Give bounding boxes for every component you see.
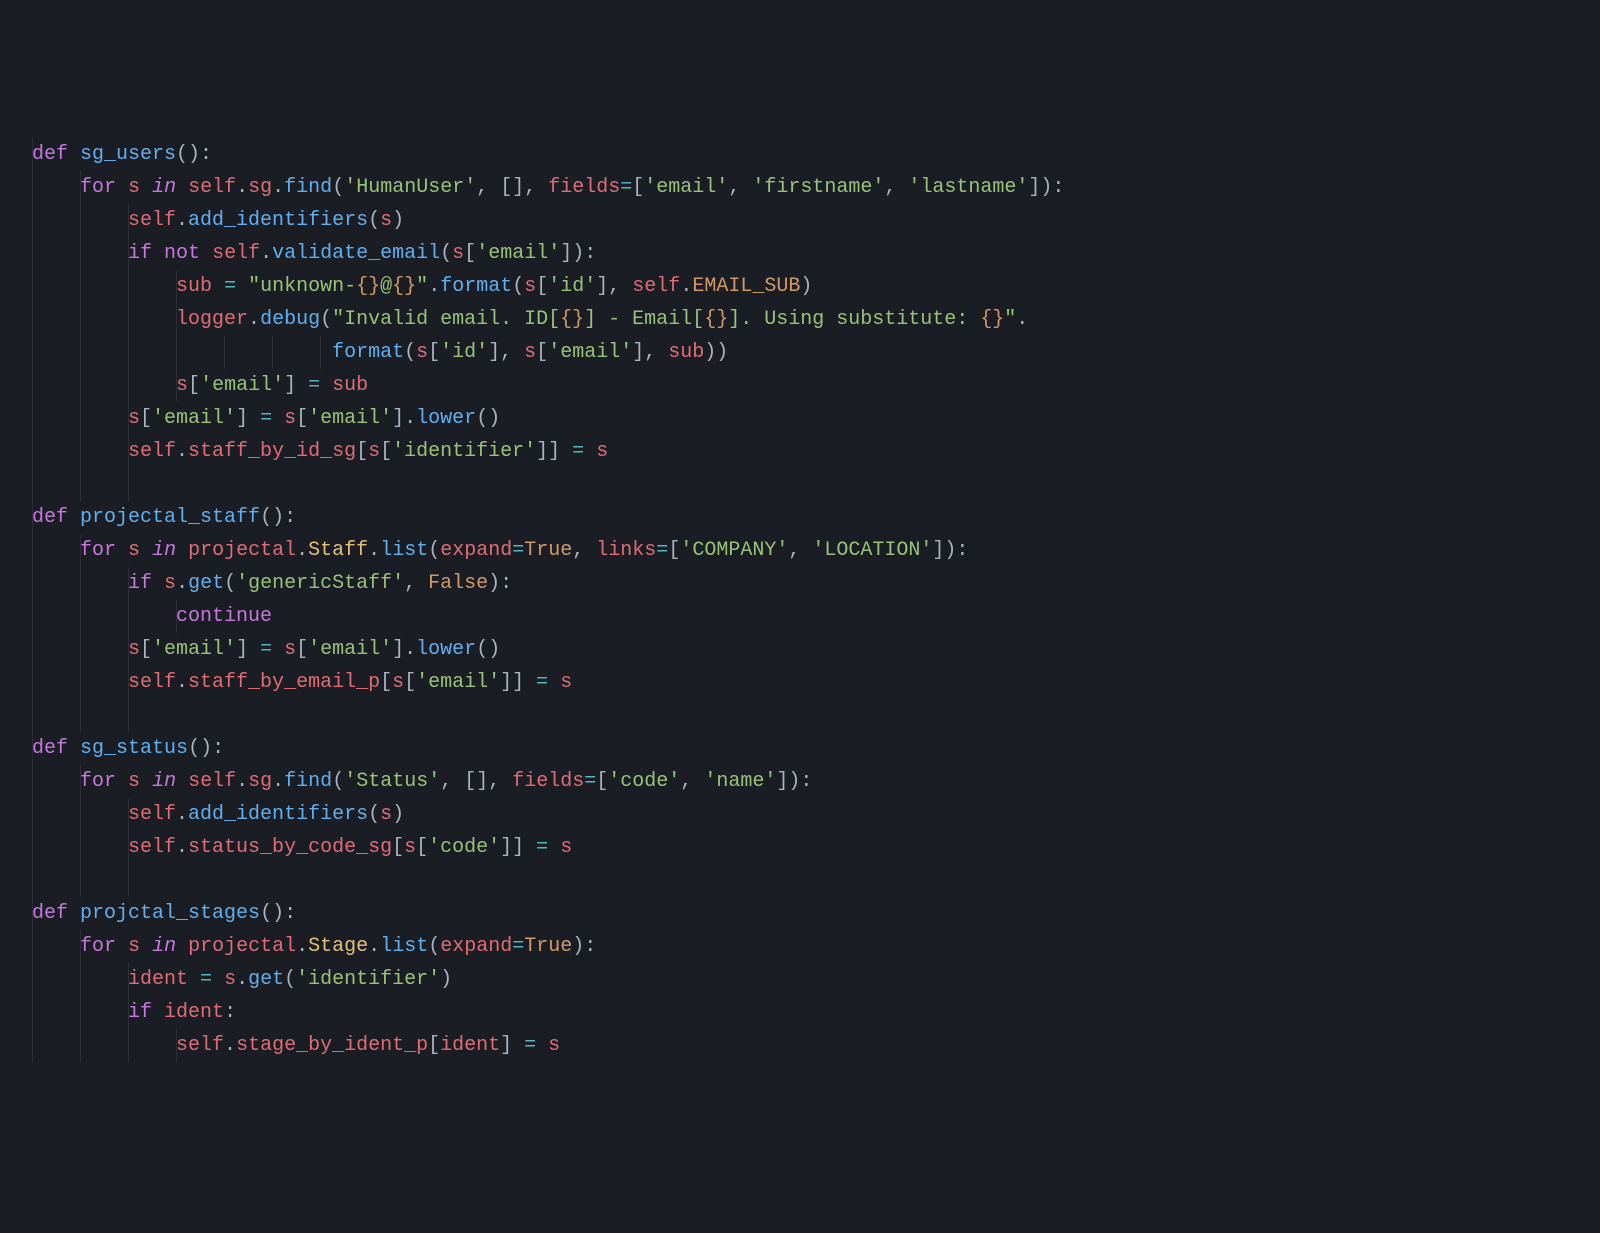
code-line-content: def sg_status(): <box>32 737 224 760</box>
code-line[interactable]: self.status_by_code_sg[s['code']] = s <box>32 831 1600 864</box>
code-line[interactable]: if ident: <box>32 996 1600 1029</box>
code-line[interactable]: s['email'] = s['email'].lower() <box>32 633 1600 666</box>
code-line-content: for s in self.sg.find('HumanUser', [], f… <box>32 176 1064 199</box>
code-line[interactable]: def sg_users(): <box>32 138 1600 171</box>
code-line[interactable]: for s in projectal.Staff.list(expand=Tru… <box>32 534 1600 567</box>
code-line[interactable]: def sg_status(): <box>32 732 1600 765</box>
code-line[interactable]: ident = s.get('identifier') <box>32 963 1600 996</box>
code-line[interactable] <box>32 468 1600 501</box>
code-line[interactable]: def projectal_staff(): <box>32 501 1600 534</box>
code-line[interactable]: format(s['id'], s['email'], sub)) <box>32 336 1600 369</box>
code-line-content: if s.get('genericStaff', False): <box>32 572 512 595</box>
code-line-content: self.status_by_code_sg[s['code']] = s <box>32 836 572 859</box>
code-line[interactable]: s['email'] = s['email'].lower() <box>32 402 1600 435</box>
code-line-content: for s in projectal.Staff.list(expand=Tru… <box>32 539 968 562</box>
code-line[interactable]: sub = "unknown-{}@{}".format(s['id'], se… <box>32 270 1600 303</box>
code-line-content <box>32 704 44 727</box>
code-line[interactable] <box>32 864 1600 897</box>
code-line[interactable]: for s in self.sg.find('Status', [], fiel… <box>32 765 1600 798</box>
code-line-content: ident = s.get('identifier') <box>32 968 452 991</box>
code-line-content: self.staff_by_id_sg[s['identifier']] = s <box>32 440 608 463</box>
code-line[interactable]: self.add_identifiers(s) <box>32 204 1600 237</box>
code-line-content: logger.debug("Invalid email. ID[{}] - Em… <box>32 308 1028 331</box>
code-line[interactable]: self.add_identifiers(s) <box>32 798 1600 831</box>
code-line-content: if not self.validate_email(s['email']): <box>32 242 596 265</box>
code-line-content: self.add_identifiers(s) <box>32 209 404 232</box>
code-line-content: self.add_identifiers(s) <box>32 803 404 826</box>
code-line[interactable]: self.stage_by_ident_p[ident] = s <box>32 1029 1600 1062</box>
code-line-content: s['email'] = sub <box>32 374 368 397</box>
code-line[interactable]: if s.get('genericStaff', False): <box>32 567 1600 600</box>
code-line-content: if ident: <box>32 1001 236 1024</box>
code-line[interactable]: self.staff_by_email_p[s['email']] = s <box>32 666 1600 699</box>
code-line-content: for s in self.sg.find('Status', [], fiel… <box>32 770 812 793</box>
code-line[interactable] <box>32 699 1600 732</box>
code-line-content: s['email'] = s['email'].lower() <box>32 407 500 430</box>
code-line[interactable]: if not self.validate_email(s['email']): <box>32 237 1600 270</box>
code-line[interactable]: continue <box>32 600 1600 633</box>
code-line-content: s['email'] = s['email'].lower() <box>32 638 500 661</box>
code-line[interactable]: def projctal_stages(): <box>32 897 1600 930</box>
code-editor[interactable]: def sg_users(): for s in self.sg.find('H… <box>0 132 1600 1068</box>
code-line-content: sub = "unknown-{}@{}".format(s['id'], se… <box>32 275 812 298</box>
code-line-content: continue <box>32 605 272 628</box>
code-line-content <box>32 473 44 496</box>
code-line-content: self.stage_by_ident_p[ident] = s <box>32 1034 560 1057</box>
code-line-content <box>32 869 44 892</box>
code-line-content: format(s['id'], s['email'], sub)) <box>32 341 728 364</box>
code-line-content: for s in projectal.Stage.list(expand=Tru… <box>32 935 596 958</box>
code-line[interactable]: logger.debug("Invalid email. ID[{}] - Em… <box>32 303 1600 336</box>
code-line-content: def projectal_staff(): <box>32 506 296 529</box>
code-line[interactable]: for s in self.sg.find('HumanUser', [], f… <box>32 171 1600 204</box>
code-line[interactable]: self.staff_by_id_sg[s['identifier']] = s <box>32 435 1600 468</box>
code-line-content: def sg_users(): <box>32 143 212 166</box>
code-line-content: self.staff_by_email_p[s['email']] = s <box>32 671 572 694</box>
code-line-content: def projctal_stages(): <box>32 902 296 925</box>
code-line[interactable]: s['email'] = sub <box>32 369 1600 402</box>
code-line[interactable]: for s in projectal.Stage.list(expand=Tru… <box>32 930 1600 963</box>
